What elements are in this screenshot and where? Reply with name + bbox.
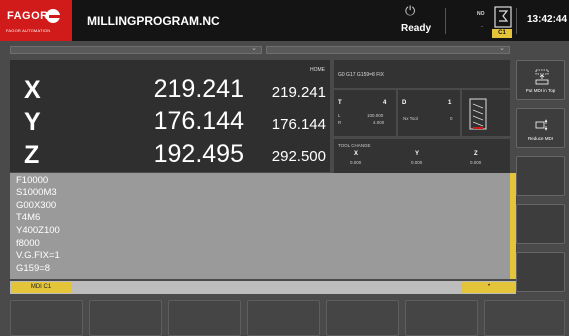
mdi-channel-tab[interactable]: MDI C1 xyxy=(11,282,71,293)
softkey-right-5[interactable] xyxy=(516,252,565,292)
tool-change-axis-z: Z xyxy=(474,151,478,157)
softkey-bottom-6[interactable] xyxy=(405,300,478,336)
radius-value: 4.000 xyxy=(373,120,385,125)
tool-drill-icon xyxy=(469,98,487,130)
reduce-mdi-icon xyxy=(535,119,548,131)
mdi-line[interactable]: S1000M3 xyxy=(16,187,57,198)
mdi-line[interactable]: G159=8 xyxy=(16,263,50,274)
fagor-logo: FAGOR FAGOR AUTOMATION xyxy=(0,0,72,41)
softkey-right-3[interactable] xyxy=(516,156,565,196)
brand-name: FAGOR xyxy=(7,10,49,22)
offset-value: 1 xyxy=(448,100,452,106)
block-number-value: - xyxy=(481,24,483,30)
mdi-line[interactable]: F10000 xyxy=(16,175,48,186)
active-gcodes: G0 G17 G159=8 FIX xyxy=(338,72,384,78)
mdi-top-icon xyxy=(535,69,549,85)
tool-change-value-z: 0.000 xyxy=(470,160,482,165)
axis-name-z: Z xyxy=(24,141,40,169)
radius-label: R xyxy=(338,120,342,125)
softkey-bottom-3[interactable] xyxy=(168,300,241,336)
axis-actual-y: 176.144 xyxy=(271,116,326,133)
put-mdi-in-top-label: Put MDI in Top xyxy=(525,88,556,93)
mdi-scrollbar[interactable] xyxy=(510,173,516,279)
axis-actual-x: 219.241 xyxy=(271,84,326,101)
tool-offset-panel xyxy=(398,90,460,136)
power-icon: ⏻ xyxy=(405,3,416,18)
axis-command-x: 219.241 xyxy=(153,75,244,103)
axis-name-y: Y xyxy=(24,108,41,136)
mdi-editor[interactable]: F10000 S1000M3 G00X300 T4M6 Y400Z100 f80… xyxy=(10,173,510,279)
axis-actual-z: 292.500 xyxy=(271,148,326,165)
softkey-bottom-5[interactable] xyxy=(326,300,399,336)
mdi-line[interactable]: V.G.FIX=1 xyxy=(16,250,60,261)
length-label: L xyxy=(338,113,341,118)
mdi-line[interactable]: f8000 xyxy=(16,238,40,249)
program-selector[interactable]: ⌄ xyxy=(10,45,262,54)
reduce-mdi-button[interactable]: Reduce MDI xyxy=(516,108,565,148)
block-number-label: NO xyxy=(477,11,485,17)
softkey-bottom-2[interactable] xyxy=(89,300,162,336)
mdi-line[interactable]: Y400Z100 xyxy=(16,225,60,236)
softkey-right-4[interactable] xyxy=(516,204,565,244)
home-label: HOME xyxy=(310,67,325,73)
softkey-bottom-1[interactable] xyxy=(10,300,83,336)
tool-panel xyxy=(334,90,396,136)
divider xyxy=(516,8,517,34)
tool-change-axis-y: Y xyxy=(415,151,420,157)
tool-change-value-x: 0.000 xyxy=(350,160,362,165)
tool-change-label: TOOL CHANGE xyxy=(338,143,371,148)
tool-value: 4 xyxy=(383,100,387,106)
softkey-bottom-4[interactable] xyxy=(247,300,320,336)
tool-change-value-y: 0.000 xyxy=(411,160,423,165)
brand-subtitle: FAGOR AUTOMATION xyxy=(6,28,51,33)
program-name: MILLINGPROGRAM.NC xyxy=(87,14,220,28)
clock: 13:42:44 xyxy=(527,14,568,25)
axis-name-x: X xyxy=(24,76,41,104)
next-tool-value: 0 xyxy=(450,116,453,121)
mdi-status-bar xyxy=(10,281,516,294)
axis-command-z: 192.495 xyxy=(153,140,244,168)
mdi-line[interactable]: G00X300 xyxy=(16,200,56,211)
channel-badge[interactable]: C1 xyxy=(492,29,512,38)
softkey-bottom-7[interactable] xyxy=(484,300,565,336)
tool-change-axis-x: X xyxy=(354,151,359,157)
mdi-indicator: • xyxy=(462,282,516,293)
divider xyxy=(445,8,446,34)
channel-icon[interactable] xyxy=(494,6,512,28)
chevron-down-icon: ⌄ xyxy=(499,45,505,52)
cnc-status: Ready xyxy=(401,23,432,34)
axis-command-y: 176.144 xyxy=(153,107,244,135)
chevron-down-icon: ⌄ xyxy=(251,45,257,52)
reduce-mdi-label: Reduce MDI xyxy=(527,136,553,141)
put-mdi-in-top-button[interactable]: Put MDI in Top xyxy=(516,60,565,100)
logo-mark-icon xyxy=(46,9,60,23)
offset-label: D xyxy=(402,100,407,106)
next-tool-label: Nx Tool xyxy=(403,116,418,121)
view-selector[interactable]: ⌄ xyxy=(266,45,510,54)
tool-label: T xyxy=(338,100,342,106)
mdi-line[interactable]: T4M6 xyxy=(16,212,40,223)
top-bar: FAGOR FAGOR AUTOMATION MILLINGPROGRAM.NC… xyxy=(0,0,569,41)
length-value: 100.000 xyxy=(367,113,384,118)
